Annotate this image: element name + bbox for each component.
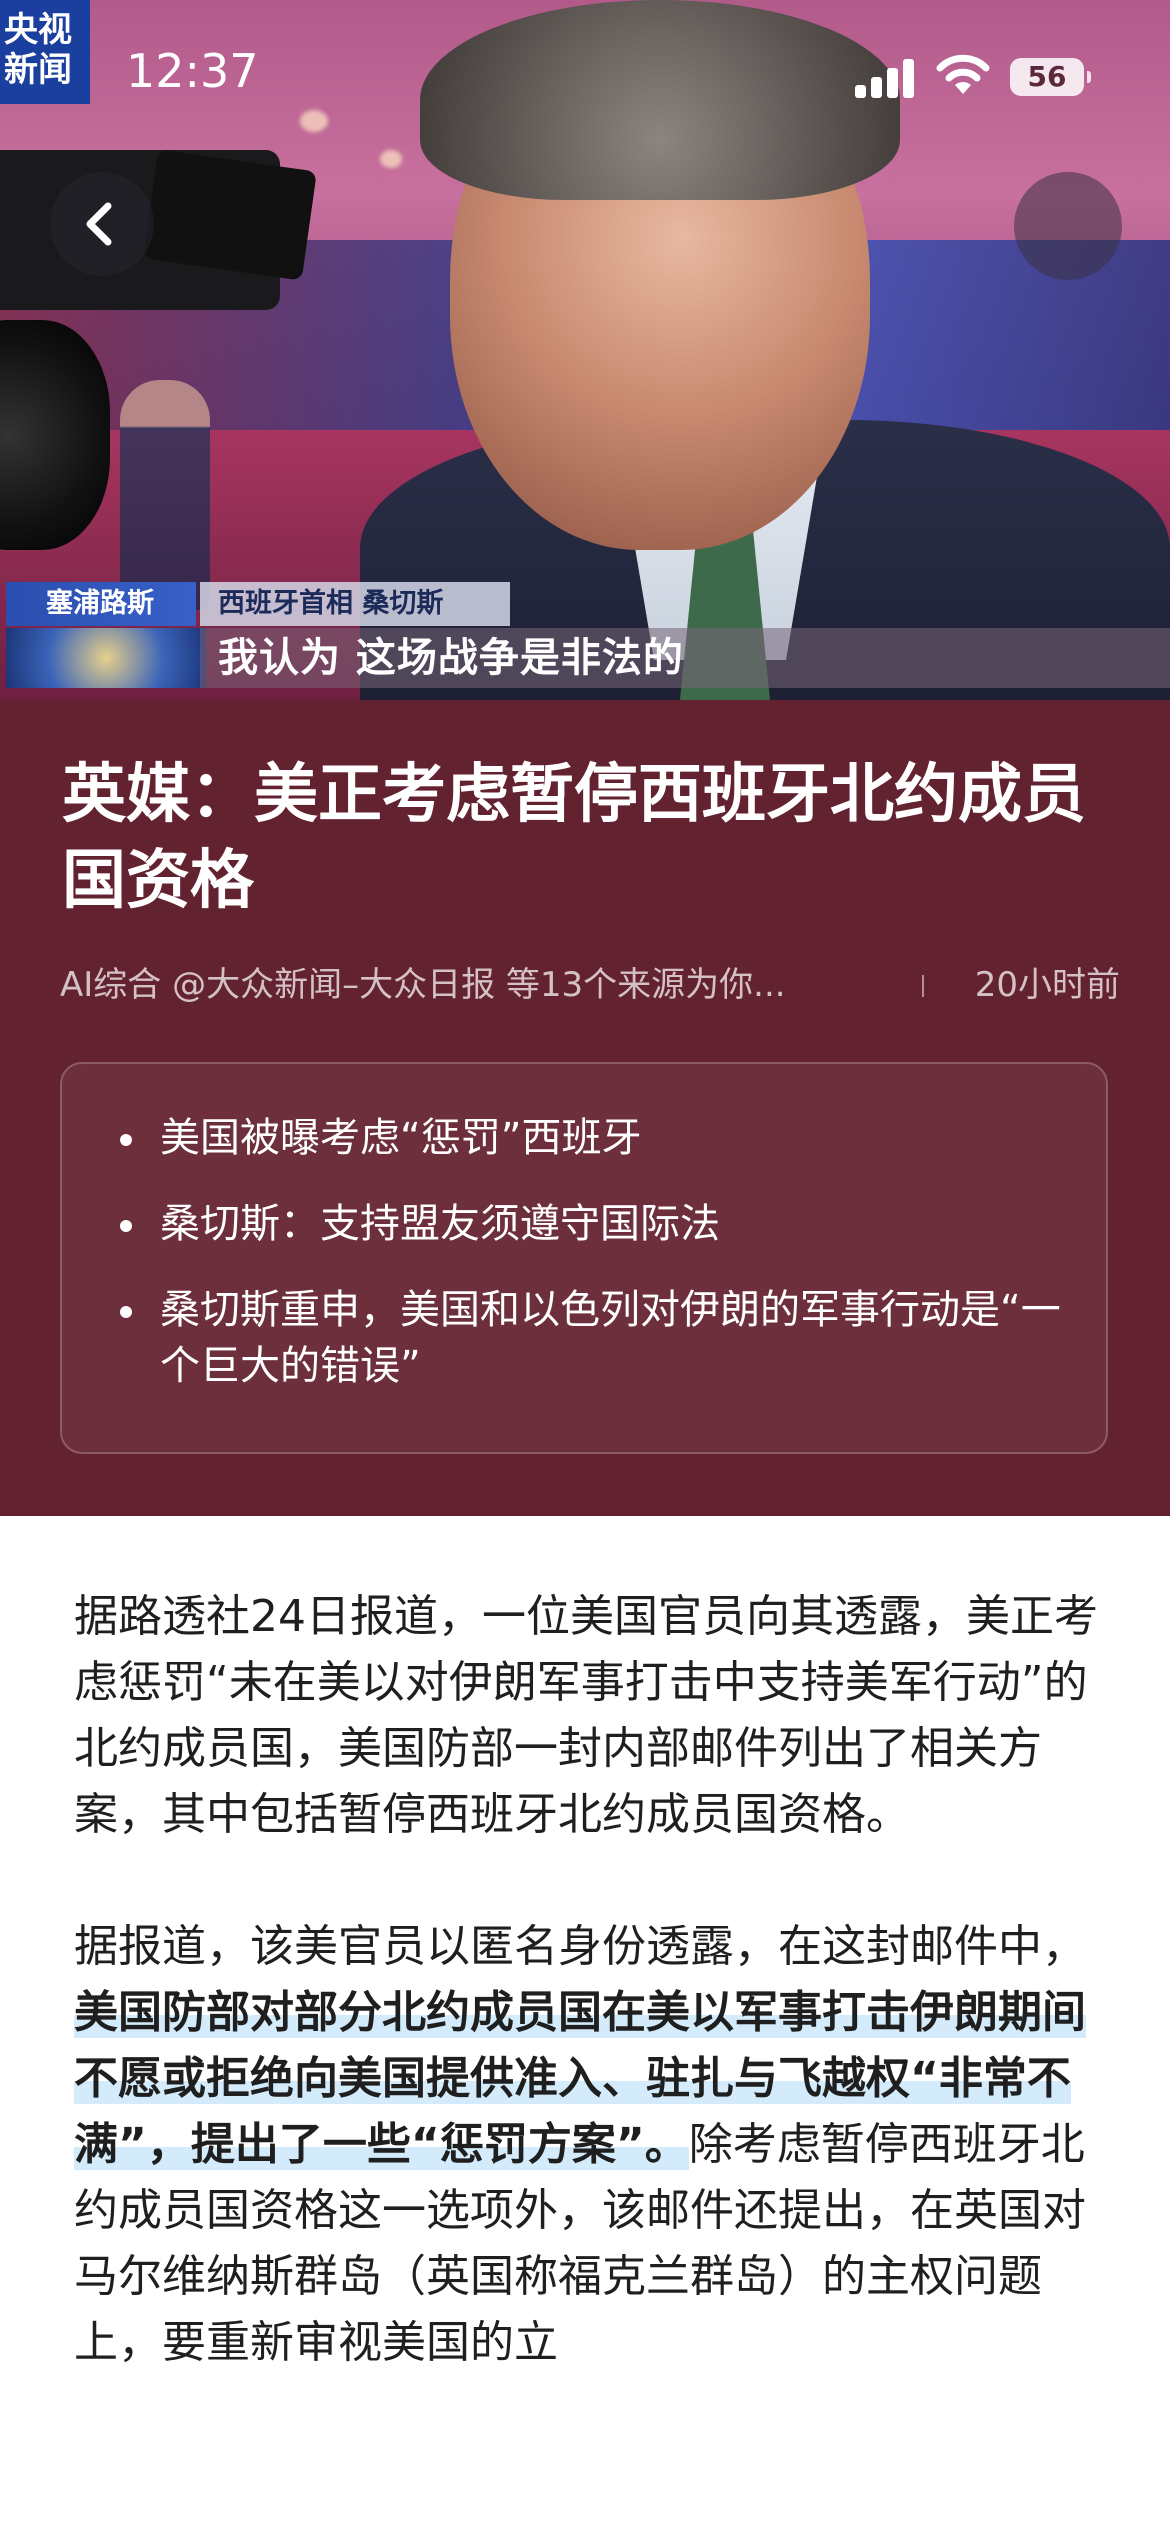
status-bar: 12:37 56 (0, 0, 1170, 150)
summary-box: 美国被曝考虑“惩罚”西班牙 桑切斯：支持盟友须遵守国际法 桑切斯重申，美国和以色… (60, 1062, 1108, 1454)
cellular-signal-icon (855, 58, 917, 98)
status-time: 12:37 (126, 44, 259, 98)
caption-location: 塞浦路斯 (6, 582, 196, 626)
caption-name: 西班牙首相 桑切斯 (200, 582, 510, 626)
bokeh-light (380, 150, 402, 168)
meta-divider (922, 975, 924, 997)
article-title: 英媒：美正考虑暂停西班牙北约成员国资格 (62, 758, 1086, 918)
article-source[interactable]: AI综合 @大众新闻–大众日报 等13个来源为你... (60, 955, 786, 1015)
caption-quote: 我认为 这场战争是非法的 (200, 628, 1170, 688)
background-person (120, 380, 210, 610)
article-body: 据路透社24日报道，一位美国官员向其透露，美正考虑惩罚“未在美以对伊朗军事打击中… (74, 1584, 1110, 2442)
chevron-left-icon (86, 202, 112, 246)
paragraph-text: 据报道，该美官员以匿名身份透露，在这封邮件中， (74, 1921, 1086, 1972)
article-time: 20小时前 (974, 965, 1120, 1005)
more-button[interactable] (1014, 172, 1122, 280)
summary-item: 美国被曝考虑“惩罚”西班牙 (120, 1110, 1066, 1166)
summary-list: 美国被曝考虑“惩罚”西班牙 桑切斯：支持盟友须遵守国际法 桑切斯重申，美国和以色… (62, 1064, 1106, 1394)
article-paragraph: 据路透社24日报道，一位美国官员向其透露，美正考虑惩罚“未在美以对伊朗军事打击中… (74, 1591, 1098, 1840)
article-meta: AI综合 @大众新闻–大众日报 等13个来源为你... 20小时前 (60, 955, 1120, 1015)
back-button[interactable] (50, 172, 154, 276)
globe-graphic (6, 628, 206, 688)
summary-item: 桑切斯：支持盟友须遵守国际法 (120, 1196, 1066, 1252)
wifi-icon (935, 52, 991, 96)
summary-item: 桑切斯重申，美国和以色列对伊朗的军事行动是“一个巨大的错误” (120, 1282, 1066, 1394)
camera-viewfinder (143, 149, 317, 281)
camera-lens (0, 320, 110, 550)
battery-icon: 56 (1010, 58, 1091, 96)
article-paragraph: 据报道，该美官员以匿名身份透露，在这封邮件中，美国防部对部分北约成员国在美以军事… (74, 1914, 1110, 2376)
news-lower-third: 塞浦路斯 西班牙首相 桑切斯 我认为 这场战争是非法的 (0, 578, 1170, 698)
